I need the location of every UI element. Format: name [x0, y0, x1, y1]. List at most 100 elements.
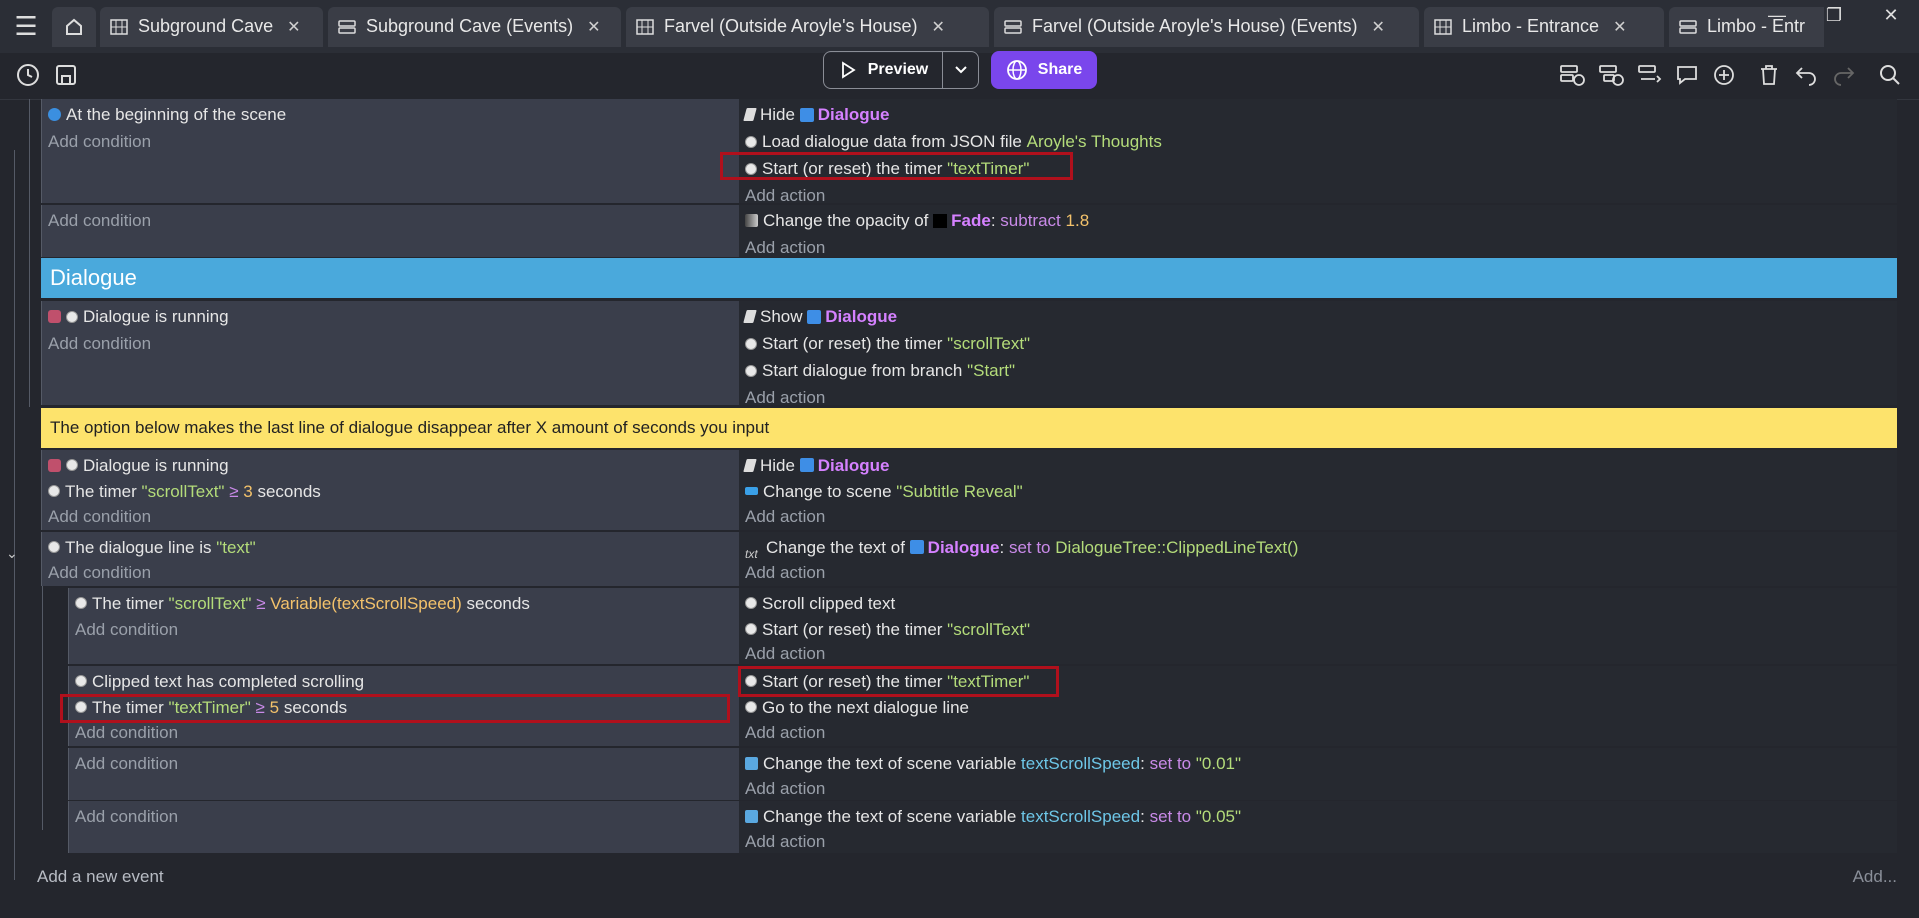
actions-area[interactable]: Start (or reset) the timer "textTimer" G…: [739, 666, 1897, 746]
preview-dropdown-button[interactable]: [943, 51, 979, 89]
actions-area[interactable]: Change the text of scene variable textSc…: [739, 748, 1897, 800]
action[interactable]: txt Change the text of Dialogue: set to D…: [745, 534, 1891, 561]
hamburger-menu-icon[interactable]: ☰: [0, 0, 52, 53]
conditions-area[interactable]: Dialogue is running The timer "scrollTex…: [41, 450, 739, 530]
sub-event-row[interactable]: Add condition Change the text of scene v…: [68, 801, 1897, 853]
add-condition-link[interactable]: Add condition: [75, 616, 733, 642]
close-icon[interactable]: ✕: [1613, 17, 1626, 37]
add-event-icon[interactable]: [1558, 61, 1586, 89]
add-other-event-icon[interactable]: [1636, 61, 1664, 89]
action[interactable]: Load dialogue data from JSON file Aroyle…: [745, 128, 1891, 155]
close-icon[interactable]: ✕: [587, 17, 600, 37]
actions-area[interactable]: Show Dialogue Start (or reset) the timer…: [739, 301, 1897, 407]
add-condition-link[interactable]: Add condition: [75, 720, 733, 744]
conditions-area[interactable]: Dialogue is running Add condition: [41, 301, 739, 405]
sub-event-row[interactable]: The timer "scrollText" ≥ Variable(textSc…: [68, 588, 1897, 664]
close-icon[interactable]: ✕: [287, 17, 300, 37]
conditions-area[interactable]: The dialogue line is "text" Add conditio…: [41, 532, 739, 586]
add-action-link[interactable]: Add action: [745, 642, 1891, 664]
redo-icon[interactable]: [1830, 61, 1858, 89]
condition[interactable]: Clipped text has completed scrolling: [75, 668, 733, 694]
event-row[interactable]: Add condition Change the opacity of Fade…: [41, 205, 1897, 257]
event-row[interactable]: The dialogue line is "text" Add conditio…: [41, 532, 1897, 586]
action[interactable]: Change to scene "Subtitle Reveal": [745, 478, 1891, 504]
action[interactable]: Show Dialogue: [743, 303, 1891, 330]
action[interactable]: Start (or reset) the timer "textTimer": [745, 155, 1891, 182]
action[interactable]: Scroll clipped text: [745, 590, 1891, 616]
add-action-link[interactable]: Add action: [745, 829, 1891, 853]
undo-icon[interactable]: [1792, 61, 1820, 89]
home-tab[interactable]: [52, 6, 96, 47]
actions-area[interactable]: Scroll clipped text Start (or reset) the…: [739, 588, 1897, 664]
tab-farvel[interactable]: Farvel (Outside Aroyle's House) ✕: [626, 6, 989, 47]
condition[interactable]: The timer "scrollText" ≥ 3 seconds: [48, 478, 733, 504]
condition[interactable]: Dialogue is running: [48, 303, 733, 330]
action[interactable]: Change the opacity of Fade: subtract 1.8: [745, 207, 1891, 234]
actions-area[interactable]: Change the opacity of Fade: subtract 1.8…: [739, 205, 1897, 257]
add-action-link[interactable]: Add action: [745, 384, 1891, 411]
group-header[interactable]: Dialogue: [41, 258, 1897, 298]
add-action-link[interactable]: Add action: [745, 234, 1891, 261]
conditions-area[interactable]: The timer "scrollText" ≥ Variable(textSc…: [68, 588, 739, 664]
sub-event-row[interactable]: Clipped text has completed scrolling The…: [68, 666, 1897, 746]
condition[interactable]: Dialogue is running: [48, 452, 733, 478]
add-more-link[interactable]: Add...: [1853, 867, 1897, 887]
add-circle-icon[interactable]: [1710, 61, 1738, 89]
add-condition-link[interactable]: Add condition: [48, 504, 733, 528]
event-row[interactable]: Dialogue is running Add condition Show D…: [41, 301, 1897, 407]
condition[interactable]: The timer "scrollText" ≥ Variable(textSc…: [75, 590, 733, 616]
conditions-area[interactable]: Clipped text has completed scrolling The…: [68, 666, 739, 746]
tab-limbo-entrance[interactable]: Limbo - Entrance ✕: [1424, 6, 1664, 47]
conditions-area[interactable]: Add condition: [68, 748, 739, 800]
close-window-icon[interactable]: ✕: [1861, 0, 1919, 30]
condition[interactable]: The timer "textTimer" ≥ 5 seconds: [75, 694, 733, 720]
add-new-event-link[interactable]: Add a new event: [37, 867, 164, 887]
sub-event-row[interactable]: Add condition Change the text of scene v…: [68, 748, 1897, 800]
action[interactable]: Hide Dialogue: [743, 101, 1891, 128]
add-condition-link[interactable]: Add condition: [75, 803, 733, 830]
tab-subground-cave-events[interactable]: Subground Cave (Events) ✕: [328, 6, 621, 47]
action[interactable]: Hide Dialogue: [743, 452, 1891, 478]
tab-farvel-events[interactable]: Farvel (Outside Aroyle's House) (Events)…: [994, 6, 1419, 47]
actions-area[interactable]: txt Change the text of Dialogue: set to D…: [739, 532, 1897, 586]
event-row[interactable]: At the beginning of the scene Add condit…: [41, 99, 1897, 205]
add-subevent-icon[interactable]: [1597, 61, 1625, 89]
action[interactable]: Start (or reset) the timer "scrollText": [745, 616, 1891, 642]
close-icon[interactable]: ✕: [1372, 17, 1385, 37]
add-condition-link[interactable]: Add condition: [48, 330, 733, 357]
conditions-area[interactable]: At the beginning of the scene Add condit…: [41, 99, 739, 203]
add-action-link[interactable]: Add action: [745, 504, 1891, 528]
collapse-chevron-icon[interactable]: ⌄: [6, 545, 18, 562]
add-condition-link[interactable]: Add condition: [48, 560, 733, 584]
restore-icon[interactable]: ❐: [1804, 0, 1864, 30]
action[interactable]: Change the text of scene variable textSc…: [745, 803, 1891, 829]
history-icon[interactable]: [14, 61, 42, 89]
condition[interactable]: The dialogue line is "text": [48, 534, 733, 560]
add-action-link[interactable]: Add action: [745, 720, 1891, 744]
action[interactable]: Go to the next dialogue line: [745, 694, 1891, 720]
add-condition-link[interactable]: Add condition: [75, 750, 733, 777]
action[interactable]: Start (or reset) the timer "scrollText": [745, 330, 1891, 357]
add-comment-icon[interactable]: [1673, 61, 1701, 89]
close-icon[interactable]: ✕: [932, 17, 945, 37]
action[interactable]: Start dialogue from branch "Start": [745, 357, 1891, 384]
action[interactable]: Change the text of scene variable textSc…: [745, 750, 1891, 776]
minimize-icon[interactable]: —: [1747, 0, 1807, 30]
conditions-area[interactable]: Add condition: [41, 205, 739, 257]
add-action-link[interactable]: Add action: [745, 560, 1891, 584]
action[interactable]: Start (or reset) the timer "textTimer": [745, 668, 1891, 694]
preview-button[interactable]: Preview: [823, 51, 943, 89]
event-row[interactable]: Dialogue is running The timer "scrollTex…: [41, 450, 1897, 530]
comment-row[interactable]: The option below makes the last line of …: [41, 408, 1897, 448]
save-icon[interactable]: [52, 61, 80, 89]
search-icon[interactable]: [1876, 61, 1904, 89]
add-action-link[interactable]: Add action: [745, 776, 1891, 800]
condition[interactable]: At the beginning of the scene: [48, 101, 733, 128]
actions-area[interactable]: Hide Dialogue Load dialogue data from JS…: [739, 99, 1897, 205]
actions-area[interactable]: Change the text of scene variable textSc…: [739, 801, 1897, 853]
tab-subground-cave[interactable]: Subground Cave ✕: [100, 6, 323, 47]
share-button[interactable]: Share: [991, 51, 1097, 89]
conditions-area[interactable]: Add condition: [68, 801, 739, 853]
add-condition-link[interactable]: Add condition: [48, 128, 733, 155]
actions-area[interactable]: Hide Dialogue Change to scene "Subtitle …: [739, 450, 1897, 530]
